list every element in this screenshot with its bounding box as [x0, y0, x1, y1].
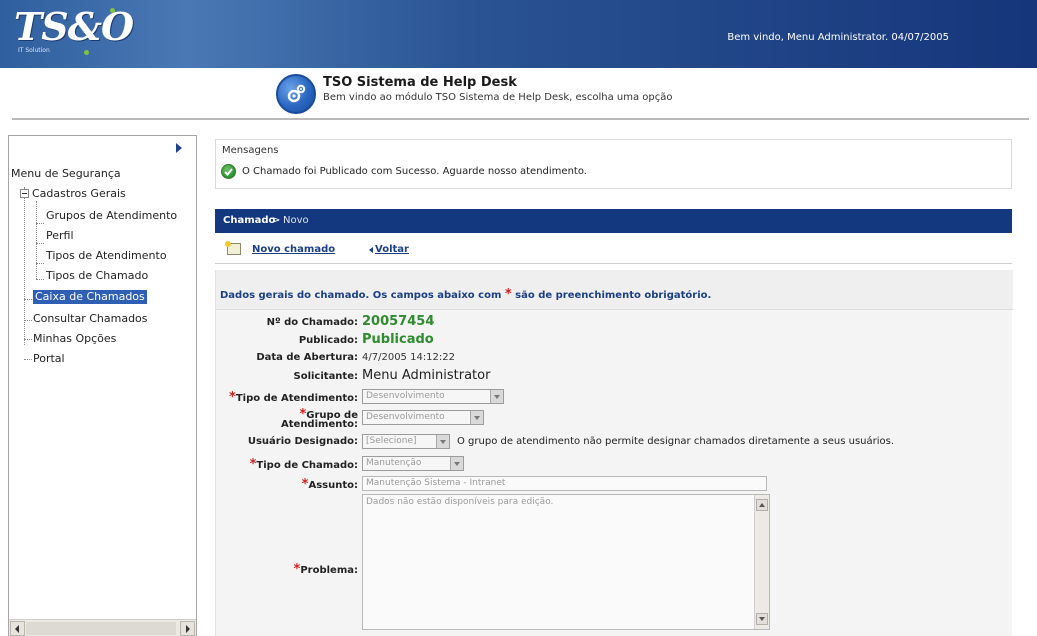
subject-label: *Assunto: [302, 477, 358, 492]
service-type-label-text: Tipo de Atendimento: [235, 393, 358, 404]
tree-line [36, 279, 44, 280]
sidebar-item-minhas-opcoes[interactable]: Minhas Opções [33, 332, 116, 346]
logo-dot [110, 8, 115, 13]
opening-date-value: 4/7/2005 14:12:22 [362, 352, 456, 363]
breadcrumb-section[interactable]: Chamado [223, 215, 275, 226]
app-subtitle: Bem vindo ao módulo TSO Sistema de Help … [323, 92, 673, 103]
chevron-down-icon[interactable] [490, 390, 503, 403]
action-toolbar: Novo chamado Voltar [215, 238, 1012, 264]
scroll-right-icon[interactable] [180, 621, 195, 636]
logo-text: TS&O [14, 4, 134, 49]
service-group-value: Desenvolvimento [366, 412, 445, 422]
scroll-left-icon[interactable] [10, 621, 25, 636]
chevron-down-icon[interactable] [450, 457, 463, 470]
service-type-label: *Tipo de Atendimento: [229, 390, 358, 405]
breadcrumb: Chamado > Novo [215, 209, 1012, 233]
divider [12, 118, 1029, 120]
sidebar-item-menu-seguranca[interactable]: Menu de Segurança [11, 167, 121, 181]
sidebar-item-caixa-chamados[interactable]: Caixa de Chamados [33, 290, 147, 304]
sidebar-horizontal-scrollbar[interactable] [9, 619, 196, 636]
logo-dot [84, 50, 89, 55]
tree-line [24, 187, 25, 345]
problem-value: Dados não estão disponíveis para edição. [366, 497, 554, 507]
service-group-select[interactable]: Desenvolvimento [362, 410, 484, 425]
assigned-user-note: O grupo de atendimento não permite desig… [457, 436, 895, 447]
welcome-text: Bem vindo, Menu Administrator. 04/07/200… [727, 32, 949, 43]
new-ticket-link[interactable]: Novo chamado [252, 244, 335, 255]
success-check-icon [221, 164, 236, 179]
logo-subtitle: IT Solution [18, 47, 50, 54]
breadcrumb-current: Novo [283, 215, 309, 226]
sidebar-item-cadastros-gerais[interactable]: Cadastros Gerais [32, 187, 126, 201]
instructions-suffix: são de preenchimento obrigatório. [515, 290, 712, 301]
requester-value: Menu Administrator [362, 368, 491, 383]
chevron-down-icon[interactable] [436, 435, 449, 448]
ticket-type-label: *Tipo de Chamado: [250, 457, 358, 472]
tree-line [24, 320, 32, 321]
service-type-value: Desenvolvimento [366, 391, 445, 401]
sidebar: Menu de Segurança Cadastros Gerais Grupo… [8, 135, 197, 636]
tree-line [36, 201, 37, 279]
app-header: TS&O IT Solution Bem vindo, Menu Adminis… [0, 0, 1037, 68]
breadcrumb-separator: > [272, 215, 281, 226]
form-instructions: Dados gerais do chamado. Os campos abaix… [220, 287, 711, 302]
problem-textarea[interactable]: Dados não estão disponíveis para edição. [362, 494, 770, 630]
sidebar-item-tipos-atendimento[interactable]: Tipos de Atendimento [46, 249, 167, 263]
required-mark: * [229, 390, 236, 405]
sidebar-item-perfil[interactable]: Perfil [46, 229, 74, 243]
tree-line [24, 339, 32, 340]
instructions-prefix: Dados gerais do chamado. Os campos abaix… [220, 290, 502, 301]
assigned-user-value: [Selecione] [366, 436, 417, 446]
messages-label: Mensagens [222, 145, 279, 156]
sidebar-item-tipos-chamado[interactable]: Tipos de Chamado [46, 269, 148, 283]
sidebar-item-consultar-chamados[interactable]: Consultar Chamados [33, 312, 148, 326]
ticket-type-value: Manutenção [366, 458, 422, 468]
form-header: Dados gerais do chamado. Os campos abaix… [216, 270, 1013, 310]
tree-line [24, 299, 32, 300]
scroll-up-icon[interactable] [756, 499, 768, 511]
sidebar-item-grupos-atendimento[interactable]: Grupos de Atendimento [46, 209, 177, 223]
ticket-form: Dados gerais do chamado. Os campos abaix… [215, 270, 1013, 636]
problem-label: *Problema: [294, 562, 358, 577]
published-value: Publicado [362, 332, 434, 347]
requester-label: Solicitante: [293, 371, 359, 382]
tree-line [36, 243, 44, 244]
ticket-number-value: 20057454 [362, 314, 435, 329]
scroll-down-icon[interactable] [756, 613, 768, 625]
messages-panel: Mensagens O Chamado foi Publicado com Su… [215, 139, 1012, 189]
published-label: Publicado: [298, 335, 358, 346]
ticket-number-label: Nº do Chamado: [266, 317, 358, 328]
scroll-thumb[interactable] [26, 622, 176, 635]
collapse-sidebar-icon[interactable] [176, 143, 182, 153]
ticket-type-select[interactable]: Manutenção [362, 456, 464, 471]
ticket-type-label-text: Tipo de Chamado: [256, 460, 358, 471]
assigned-user-label: Usuário Designado: [247, 436, 358, 447]
tree-line [24, 359, 32, 360]
subject-label-text: Assunto: [308, 480, 358, 491]
opening-date-label: Data de Abertura: [256, 352, 358, 363]
sidebar-item-portal[interactable]: Portal [33, 352, 65, 366]
chevron-down-icon[interactable] [470, 411, 483, 424]
subject-input[interactable]: Manutenção Sistema - Intranet [362, 476, 767, 491]
company-logo[interactable]: TS&O IT Solution [14, 4, 134, 58]
problem-scrollbar[interactable] [754, 495, 769, 629]
assigned-user-select[interactable]: [Selecione] [362, 434, 450, 449]
collapse-toggle-icon[interactable] [20, 189, 29, 198]
back-arrow-icon[interactable] [369, 247, 373, 253]
tree-line [36, 263, 44, 264]
gears-icon [276, 74, 316, 114]
service-group-label-line2: Atendimento: [281, 419, 358, 430]
required-mark: * [504, 287, 512, 302]
success-message: O Chamado foi Publicado com Sucesso. Agu… [242, 166, 587, 177]
app-title: TSO Sistema de Help Desk [323, 75, 517, 90]
new-document-icon[interactable] [225, 241, 241, 255]
back-link[interactable]: Voltar [375, 244, 409, 255]
service-type-select[interactable]: Desenvolvimento [362, 389, 504, 404]
problem-label-text: Problema: [300, 565, 358, 576]
tree-line [36, 223, 44, 224]
